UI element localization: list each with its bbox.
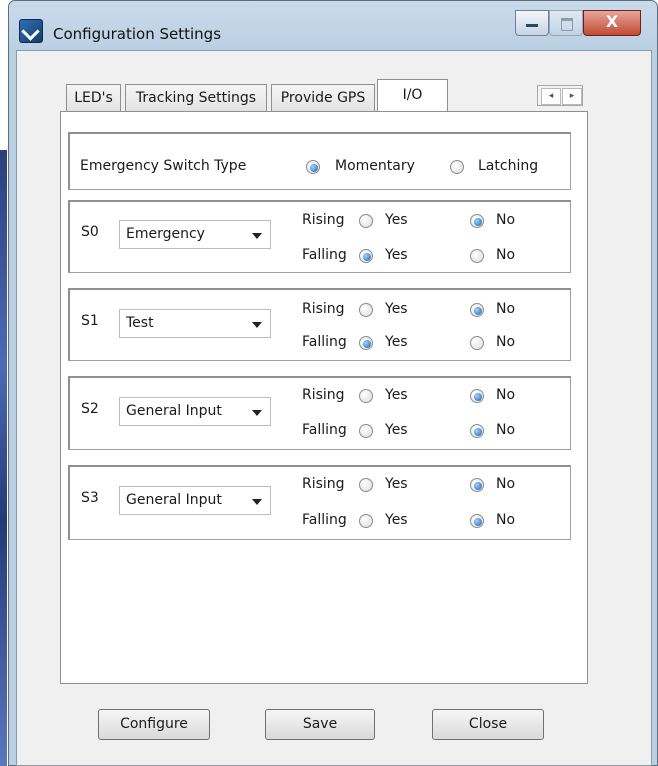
tab-io[interactable]: I/O: [377, 79, 448, 112]
rising-label: Rising: [302, 387, 345, 403]
tab-scroll-right-icon[interactable]: ▸: [562, 88, 582, 105]
s0-falling-yes-radio[interactable]: [359, 249, 373, 263]
no-label: No: [496, 212, 516, 228]
s1-falling-no-radio[interactable]: [470, 336, 484, 350]
yes-label: Yes: [385, 476, 408, 492]
s3-rising-no-radio[interactable]: [470, 478, 484, 492]
yes-label: Yes: [385, 422, 408, 438]
tab-provide-gps[interactable]: Provide GPS: [271, 84, 375, 111]
background-edge: [0, 150, 7, 766]
chevron-down-icon: [252, 233, 262, 239]
maximize-icon: [561, 18, 573, 31]
tab-scroll-buttons: ◂ ▸: [537, 85, 583, 106]
switch-select-value: General Input: [126, 492, 222, 508]
radio-momentary[interactable]: [306, 160, 320, 174]
no-label: No: [496, 476, 516, 492]
s2-falling-yes-radio[interactable]: [359, 424, 373, 438]
radio-latching-label: Latching: [478, 158, 539, 174]
chevron-down-icon: [252, 499, 262, 505]
switch-select-value: Emergency: [126, 226, 205, 242]
close-window-button[interactable]: X: [583, 10, 641, 36]
switch-id-s2: S2: [81, 401, 99, 417]
switch-select-value: General Input: [126, 403, 222, 419]
s0-rising-no-radio[interactable]: [470, 214, 484, 228]
no-label: No: [496, 387, 516, 403]
emergency-switch-label: Emergency Switch Type: [80, 158, 247, 174]
switch-id-s0: S0: [81, 224, 99, 240]
save-button[interactable]: Save: [265, 709, 375, 740]
falling-label: Falling: [302, 422, 347, 438]
no-label: No: [496, 422, 516, 438]
close-icon: X: [605, 12, 619, 31]
minimize-button[interactable]: [515, 10, 549, 36]
yes-label: Yes: [385, 247, 408, 263]
switch-select-s3[interactable]: General Input: [119, 486, 271, 515]
no-label: No: [496, 512, 516, 528]
yes-label: Yes: [385, 512, 408, 528]
minimize-icon: [526, 24, 538, 27]
rising-label: Rising: [302, 476, 345, 492]
app-icon: [19, 19, 43, 43]
no-label: No: [496, 247, 516, 263]
falling-label: Falling: [302, 334, 347, 350]
window-title: Configuration Settings: [53, 25, 222, 43]
switch-select-value: Test: [126, 315, 154, 331]
switch-select-s2[interactable]: General Input: [119, 397, 271, 426]
no-label: No: [496, 334, 516, 350]
yes-label: Yes: [385, 387, 408, 403]
tab-scroll-left-icon[interactable]: ◂: [541, 88, 561, 105]
switch-id-s1: S1: [81, 313, 99, 329]
s1-rising-yes-radio[interactable]: [359, 303, 373, 317]
s1-rising-no-radio[interactable]: [470, 303, 484, 317]
close-button[interactable]: Close: [432, 709, 544, 740]
yes-label: Yes: [385, 301, 408, 317]
switch-id-s3: S3: [81, 490, 99, 506]
radio-momentary-label: Momentary: [335, 158, 415, 174]
radio-latching[interactable]: [450, 160, 464, 174]
s2-rising-no-radio[interactable]: [470, 389, 484, 403]
s2-rising-yes-radio[interactable]: [359, 389, 373, 403]
s3-falling-no-radio[interactable]: [470, 514, 484, 528]
yes-label: Yes: [385, 334, 408, 350]
rising-label: Rising: [302, 301, 345, 317]
falling-label: Falling: [302, 247, 347, 263]
no-label: No: [496, 301, 516, 317]
s3-falling-yes-radio[interactable]: [359, 514, 373, 528]
switch-select-s0[interactable]: Emergency: [119, 220, 271, 249]
s0-falling-no-radio[interactable]: [470, 249, 484, 263]
chevron-down-icon: [252, 322, 262, 328]
configure-button[interactable]: Configure: [98, 709, 210, 740]
s1-falling-yes-radio[interactable]: [359, 336, 373, 350]
rising-label: Rising: [302, 212, 345, 228]
s0-rising-yes-radio[interactable]: [359, 214, 373, 228]
chevron-down-icon: [252, 410, 262, 416]
maximize-button[interactable]: [549, 10, 583, 36]
s2-falling-no-radio[interactable]: [470, 424, 484, 438]
tab-tracking-settings[interactable]: Tracking Settings: [125, 84, 267, 111]
tab-leds[interactable]: LED's: [66, 84, 121, 111]
yes-label: Yes: [385, 212, 408, 228]
s3-rising-yes-radio[interactable]: [359, 478, 373, 492]
switch-select-s1[interactable]: Test: [119, 309, 271, 338]
falling-label: Falling: [302, 512, 347, 528]
